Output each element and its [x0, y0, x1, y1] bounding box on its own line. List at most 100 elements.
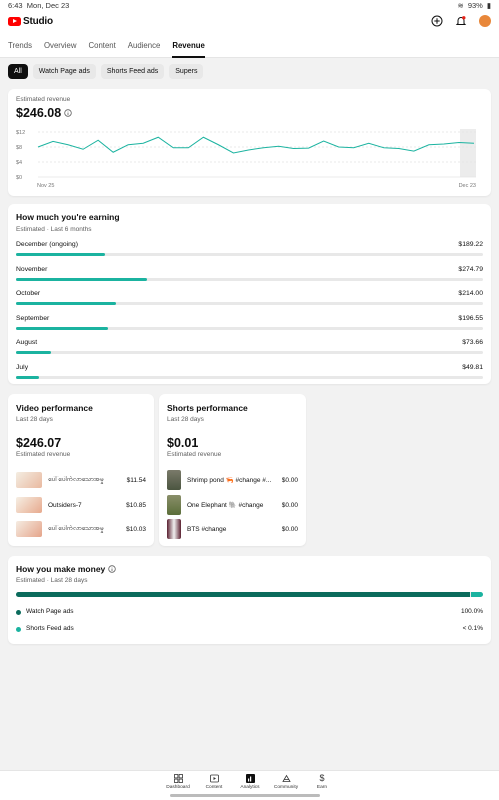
- legend-dot: [16, 627, 21, 632]
- revenue-split-bar: [16, 592, 483, 597]
- chip-shorts-feed-ads[interactable]: Shorts Feed ads: [100, 64, 165, 79]
- nav-content[interactable]: Content: [196, 774, 232, 790]
- nav-analytics[interactable]: Analytics: [232, 774, 268, 790]
- legend-watch-page-ads: Watch Page ads 100.0%: [16, 608, 483, 618]
- short-thumbnail: [167, 519, 181, 539]
- earning-bar-track: [16, 253, 483, 256]
- chip-all[interactable]: All: [8, 64, 28, 79]
- legend-shorts-feed-ads: Shorts Feed ads < 0.1%: [16, 625, 483, 635]
- short-thumbnail: [167, 470, 181, 490]
- revenue-series-line: [37, 136, 475, 154]
- earning-row: November $274.79: [16, 266, 483, 290]
- revenue-label: Estimated revenue: [16, 96, 71, 103]
- earning-subtitle: Estimated · Last 6 months: [16, 226, 92, 233]
- tab-content[interactable]: Content: [88, 34, 115, 57]
- earning-month: November: [16, 265, 48, 273]
- tab-trends[interactable]: Trends: [8, 34, 32, 57]
- earning-bar-track: [16, 376, 483, 379]
- content-icon: [209, 774, 219, 783]
- nav-earn[interactable]: $ Earn: [304, 774, 340, 791]
- earning-card: How much you're earning Estimated · Last…: [8, 204, 491, 384]
- status-bar: 6:43 Mon, Dec 23 ≋ 93% ▮: [0, 0, 499, 12]
- studio-logo[interactable]: Studio: [8, 16, 53, 27]
- earning-value: $73.66: [462, 339, 483, 347]
- info-icon[interactable]: [108, 565, 116, 573]
- earning-value: $196.55: [458, 314, 483, 322]
- earning-value: $274.79: [458, 265, 483, 273]
- y-tick-label: $4: [16, 160, 22, 166]
- short-revenue: $0.00: [281, 525, 298, 533]
- bottom-navigation: Dashboard Content Analytics Community $ …: [0, 770, 499, 800]
- short-title: Shrimp pond 🦐 #change #...: [187, 477, 272, 484]
- earning-row: October $214.00: [16, 290, 483, 314]
- chip-watch-page-ads[interactable]: Watch Page ads: [32, 64, 96, 79]
- analytics-tabs: Trends Overview Content Audience Revenue: [0, 34, 499, 58]
- split-segment: [16, 592, 470, 597]
- info-icon[interactable]: [64, 109, 72, 117]
- video-performance-card[interactable]: Video performance Last 28 days $246.07 E…: [8, 394, 154, 546]
- revenue-value: $246.08: [16, 106, 72, 120]
- earning-value: $189.22: [458, 241, 483, 248]
- chip-supers[interactable]: Supers: [169, 64, 204, 79]
- video-title: Outsiders-7: [48, 501, 82, 509]
- earning-row: September $196.55: [16, 315, 483, 339]
- y-tick-label: $12: [16, 130, 25, 136]
- wifi-icon: ≋: [457, 1, 464, 10]
- avatar[interactable]: [479, 15, 491, 27]
- short-item[interactable]: BTS #change $0.00: [167, 519, 298, 539]
- selected-day-band: [460, 129, 476, 177]
- short-item[interactable]: One Elephant 🐘 #change $0.00: [167, 495, 298, 515]
- video-perf-title: Video performance: [16, 403, 93, 413]
- create-button[interactable]: [431, 15, 443, 27]
- video-revenue: $10.03: [126, 525, 146, 533]
- battery-icon: ▮: [486, 1, 491, 10]
- video-thumbnail: [16, 472, 42, 488]
- nav-dashboard[interactable]: Dashboard: [160, 774, 196, 790]
- video-revenue: $10.85: [126, 501, 146, 509]
- video-item[interactable]: ပေါ်ပေါက်လာသောအမှု $10.03: [16, 519, 146, 539]
- video-item[interactable]: Outsiders-7 $10.85: [16, 495, 146, 515]
- video-perf-label: Estimated revenue: [16, 451, 71, 458]
- short-revenue: $0.00: [281, 501, 298, 509]
- brand-name: Studio: [23, 16, 53, 27]
- tab-overview[interactable]: Overview: [44, 34, 77, 57]
- earning-bar-fill: [16, 351, 51, 355]
- earning-bar-fill: [16, 302, 117, 306]
- shorts-perf-value: $0.01: [167, 436, 199, 450]
- community-icon: [281, 774, 291, 782]
- earning-bar-fill: [16, 277, 147, 281]
- earning-row: July $49.81: [16, 364, 483, 388]
- status-time: 6:43 Mon, Dec 23: [8, 1, 70, 10]
- analytics-icon: [245, 774, 255, 783]
- earning-bar-track: [16, 302, 483, 306]
- y-tick-label: $8: [16, 145, 22, 151]
- short-title: BTS #change: [187, 525, 227, 533]
- revenue-line-chart: $12 $8 $4 $0 Nov 25 Dec 23: [16, 129, 476, 189]
- estimated-revenue-card[interactable]: Estimated revenue $246.08 $12 $8 $4 $0 Nov 2…: [8, 89, 491, 196]
- video-revenue: $11.54: [126, 476, 146, 484]
- app-bar: Studio: [0, 12, 499, 34]
- earning-bar-track: [16, 351, 483, 355]
- short-title: One Elephant 🐘 #change: [187, 502, 264, 509]
- shorts-perf-title: Shorts performance: [167, 403, 248, 413]
- revenue-sources-card: How you make money Estimated · Last 28 d…: [8, 556, 491, 644]
- shorts-performance-card[interactable]: Shorts performance Last 28 days $0.01 Es…: [159, 394, 306, 546]
- youtube-play-icon: [8, 17, 21, 26]
- earning-month: September: [16, 314, 50, 322]
- shorts-perf-label: Estimated revenue: [167, 451, 222, 458]
- earning-bar-track: [16, 277, 483, 281]
- tab-audience[interactable]: Audience: [128, 34, 161, 57]
- video-item[interactable]: ပေါ်ပေါက်လာသောအမှု $11.54: [16, 470, 146, 490]
- nav-community[interactable]: Community: [268, 774, 304, 790]
- video-perf-period: Last 28 days: [16, 416, 53, 423]
- add-circle-icon: [431, 15, 443, 27]
- notifications-button[interactable]: [455, 15, 467, 27]
- video-title: ပေါ်ပေါက်လာသောအမှု: [48, 475, 104, 483]
- earning-value: $49.81: [462, 364, 483, 371]
- earning-row: December (ongoing) $189.22: [16, 241, 483, 265]
- video-thumbnail: [16, 497, 42, 513]
- split-segment: [471, 592, 483, 597]
- short-item[interactable]: Shrimp pond 🦐 #change #... $0.00: [167, 470, 298, 490]
- tab-revenue[interactable]: Revenue: [172, 34, 205, 58]
- revenue-filter-chips: All Watch Page ads Shorts Feed ads Super…: [8, 64, 204, 79]
